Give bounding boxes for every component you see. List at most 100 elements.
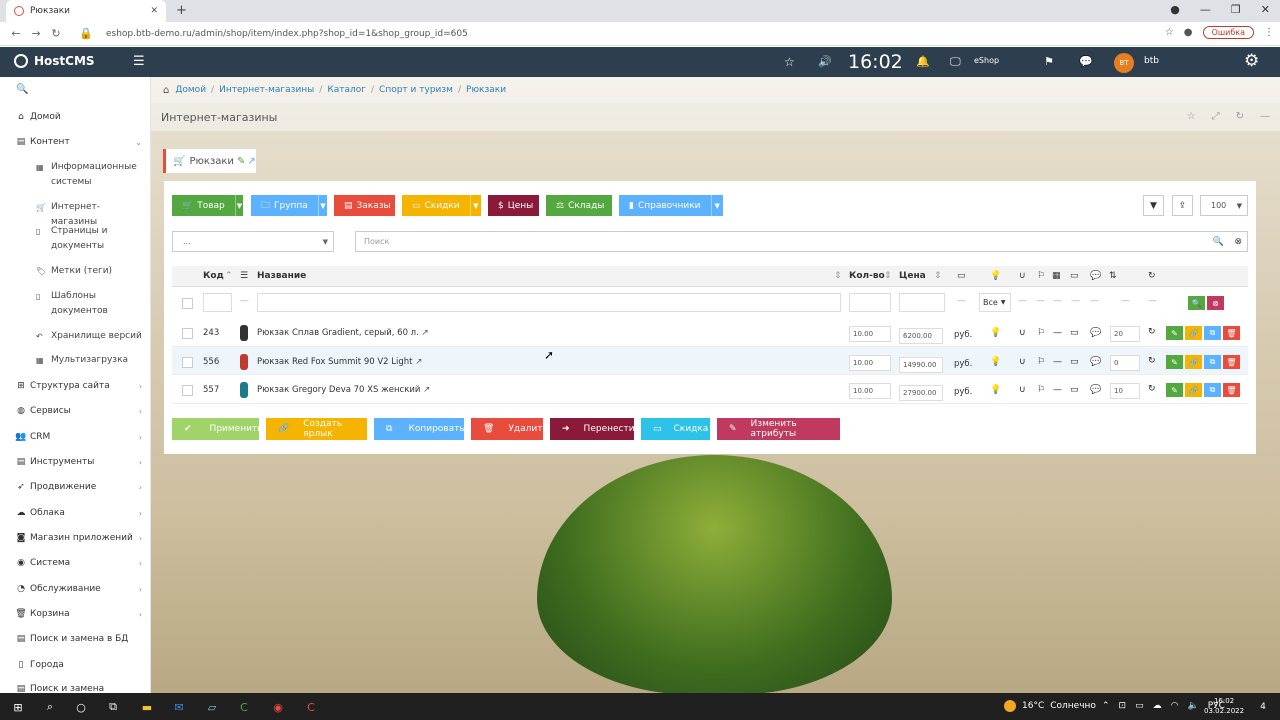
back-icon[interactable]: ← xyxy=(6,27,26,40)
favorites-star-icon[interactable]: ☆ xyxy=(784,55,795,69)
url-field[interactable]: eshop.btb-demo.ru/admin/shop/item/index.… xyxy=(106,29,468,39)
discount-selected-button[interactable]: ▭ Скидка xyxy=(641,418,710,440)
camtasia-icon[interactable]: C xyxy=(237,700,251,714)
sidebar-subitem-pages[interactable]: ▯ Страницы и документы xyxy=(36,224,146,254)
magnet-icon[interactable]: ∪ xyxy=(1019,357,1026,367)
filter-icon[interactable]: ▼ xyxy=(1143,195,1164,216)
per-page-select[interactable]: 100 ▼ xyxy=(1200,195,1248,216)
refresh-icon[interactable]: ↻ xyxy=(1236,111,1244,122)
sidebar-item-trash[interactable]: 🗑 Корзина › xyxy=(0,608,151,620)
edit-button[interactable]: ✎ xyxy=(1166,355,1183,369)
chat-icon[interactable]: 💬 xyxy=(1079,55,1093,68)
search-icon[interactable]: 🔍 xyxy=(1213,237,1224,247)
comments-icon[interactable]: 💬 xyxy=(1090,357,1101,367)
discount-icon[interactable]: ▭ xyxy=(1070,357,1079,367)
add-group-button[interactable]: 🗀 Группа ▼ xyxy=(251,195,327,216)
profile-icon[interactable]: ● xyxy=(1184,27,1193,38)
sidebar-subitem-versions[interactable]: ↶ Хранилище версий xyxy=(36,329,146,344)
row-checkbox[interactable] xyxy=(182,385,193,396)
edit-button[interactable]: ✎ xyxy=(1166,326,1183,340)
magnet-icon[interactable]: ∪ xyxy=(1019,328,1026,338)
bell-icon[interactable]: 🔔 xyxy=(916,55,930,68)
breadcrumb-home[interactable]: Домой xyxy=(175,85,206,95)
lightbulb-icon[interactable]: 💡 xyxy=(990,357,1001,367)
delete-button[interactable]: 🗑 xyxy=(1223,326,1240,340)
qty-input[interactable]: 10.00 xyxy=(849,355,891,371)
bookmark-star-icon[interactable]: ☆ xyxy=(1165,27,1174,38)
sidebar-item-maintenance[interactable]: ◔ Обслуживание › xyxy=(0,583,151,595)
row-name[interactable]: Рюкзак Red Fox Summit 90 V2 Light ↗ xyxy=(257,357,422,367)
task-view-icon[interactable]: ⧉ xyxy=(106,700,120,714)
copy-button[interactable]: ⧉ xyxy=(1204,383,1221,397)
sidebar-item-cities[interactable]: ▯ Города xyxy=(0,659,151,671)
flag-icon[interactable]: ⚐ xyxy=(1037,357,1045,367)
breadcrumb-catalog[interactable]: Каталог xyxy=(327,85,366,95)
external-link-icon[interactable]: ↗ xyxy=(422,328,429,338)
refresh-icon[interactable]: ↻ xyxy=(1148,356,1156,366)
chrome-icon[interactable]: ◉ xyxy=(271,700,285,714)
section-tab[interactable]: 🛒 Рюкзаки ✎ ↗ xyxy=(163,149,256,173)
sidebar-item-structure[interactable]: ⊞ Структура сайта › xyxy=(0,380,151,392)
monitor-icon[interactable]: ▭ xyxy=(1135,701,1144,711)
volume-icon[interactable]: 🔈 xyxy=(1187,701,1198,711)
flag-icon[interactable]: ⚐ xyxy=(1037,385,1045,395)
site-selector[interactable]: eShop xyxy=(974,56,999,65)
sidebar-item-replace[interactable]: ▤ Поиск и замена xyxy=(0,684,151,693)
add-item-button[interactable]: 🛒 Товар ▼ xyxy=(172,195,243,216)
home-icon[interactable]: ⌂ xyxy=(163,85,169,96)
sidebar-item-services[interactable]: ◍ Сервисы › xyxy=(0,405,151,417)
sidebar-subitem-infosystems[interactable]: ▦ Информационные системы xyxy=(36,160,146,190)
chevron-up-icon[interactable]: ⌃ xyxy=(1102,701,1110,711)
delete-button[interactable]: 🗑 xyxy=(1223,355,1240,369)
column-code[interactable]: Код xyxy=(203,271,224,281)
create-shortcut-button[interactable]: 🔗 Создать ярлык xyxy=(266,418,367,440)
sidebar-item-system[interactable]: ◉ Система › xyxy=(0,557,151,569)
chevron-down-icon[interactable]: ▼ xyxy=(234,195,243,216)
edit-button[interactable]: ✎ xyxy=(1166,383,1183,397)
column-qty[interactable]: Кол-во xyxy=(849,271,885,281)
sidebar-item-clouds[interactable]: ☁ Облака › xyxy=(0,507,151,519)
breadcrumb-backpacks[interactable]: Рюкзаки xyxy=(466,85,506,95)
reload-icon[interactable]: ↻ xyxy=(46,27,66,40)
group-select[interactable]: ... ▼ xyxy=(172,231,334,252)
error-badge[interactable]: Ошибка xyxy=(1202,26,1254,39)
comments-icon[interactable]: 💬 xyxy=(1090,328,1101,338)
directories-button[interactable]: ▮ Справочники ▼ xyxy=(619,195,723,216)
flag-icon[interactable]: ⚐ xyxy=(1037,328,1045,338)
search-input[interactable]: Поиск 🔍 ⊗ xyxy=(355,231,1248,252)
mail-icon[interactable]: ✉ xyxy=(172,700,186,714)
avatar[interactable]: BT xyxy=(1114,53,1134,73)
row-checkbox[interactable] xyxy=(182,357,193,368)
menu-dots-icon[interactable]: ⋮ xyxy=(1264,27,1274,38)
chevron-down-icon[interactable]: ▼ xyxy=(710,195,724,216)
browser-tab[interactable]: Рюкзаки ✕ xyxy=(6,0,166,22)
sort-input[interactable]: 0 xyxy=(1110,355,1140,371)
sidebar-item-db-replace[interactable]: ▤ Поиск и замена в БД xyxy=(0,633,151,645)
sidebar-subitem-multiupload[interactable]: ▦ Мультизагрузка xyxy=(36,353,146,368)
sidebar-subitem-templates[interactable]: ▯ Шаблоны документов xyxy=(36,289,146,319)
external-link-icon[interactable]: ↗ xyxy=(247,156,255,167)
qty-input[interactable]: 10.00 xyxy=(849,383,891,399)
external-link-icon[interactable]: ↗ xyxy=(415,357,422,367)
lock-icon[interactable]: 🔒 xyxy=(76,27,96,40)
cortana-icon[interactable]: ○ xyxy=(74,700,88,714)
forward-icon[interactable]: → xyxy=(26,27,46,40)
delete-selected-button[interactable]: 🗑 Удалить xyxy=(471,418,548,440)
reset-filter-button[interactable]: ⊗ xyxy=(1207,296,1224,310)
file-explorer-icon[interactable]: ▬ xyxy=(140,700,154,714)
price-input[interactable]: 6200.00 xyxy=(899,328,943,344)
lightbulb-icon[interactable]: 💡 xyxy=(990,328,1001,338)
sidebar-item-tools[interactable]: ▤ Инструменты › xyxy=(0,456,151,468)
notifications-icon[interactable]: 4 xyxy=(1256,700,1270,714)
fullscreen-icon[interactable]: ⤢ xyxy=(1212,111,1220,122)
wifi-icon[interactable]: ◠ xyxy=(1171,701,1179,711)
gear-icon[interactable]: ⚙ xyxy=(1244,51,1259,71)
lightbulb-icon[interactable]: 💡 xyxy=(990,385,1001,395)
search-icon[interactable]: ⌕ xyxy=(43,700,57,714)
copy-button[interactable]: ⧉ xyxy=(1204,355,1221,369)
sidebar-item-content[interactable]: ▤ Контент ⌄ xyxy=(0,136,151,148)
favorite-star-icon[interactable]: ☆ xyxy=(1187,111,1196,122)
external-link-icon[interactable]: ↗ xyxy=(423,385,430,395)
change-attributes-button[interactable]: ✎ Изменить атрибуты xyxy=(717,418,840,440)
minimize-icon[interactable]: — xyxy=(1200,3,1211,16)
